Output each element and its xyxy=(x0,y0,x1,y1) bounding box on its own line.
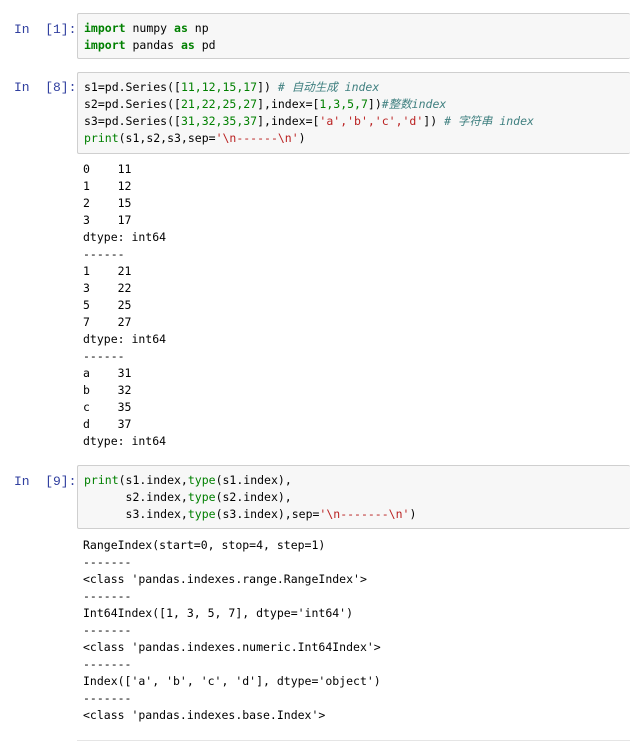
output-line: 5 25 xyxy=(83,298,132,312)
output-line: ------ xyxy=(83,247,125,261)
output-line: RangeIndex(start=0, stop=4, step=1) xyxy=(83,538,326,552)
output-line: ------- xyxy=(83,623,132,637)
output-line: <class 'pandas.indexes.base.Index'> xyxy=(83,708,326,722)
cell-8-prompt: In [8]: xyxy=(14,80,77,95)
output-line: d 37 xyxy=(83,417,132,431)
output-line: Index(['a', 'b', 'c', 'd'], dtype='objec… xyxy=(83,674,381,688)
output-line: <class 'pandas.indexes.numeric.Int64Inde… xyxy=(83,640,381,654)
output-line: 0 11 xyxy=(83,162,132,176)
output-line: 7 27 xyxy=(83,315,132,329)
output-line: ------- xyxy=(83,589,132,603)
cell-divider xyxy=(77,740,630,741)
output-line: 1 21 xyxy=(83,264,132,278)
output-line: Int64Index([1, 3, 5, 7], dtype='int64') xyxy=(83,606,354,620)
output-line: 2 15 xyxy=(83,196,132,210)
output-line: 1 12 xyxy=(83,179,132,193)
output-line: ------- xyxy=(83,691,132,705)
output-line: a 31 xyxy=(83,366,132,380)
cell-9-code: print(s1.index,type(s1.index), s2.index,… xyxy=(84,473,417,521)
cell-1-code: import numpy as np import pandas as pd xyxy=(84,21,216,52)
output-line: dtype: int64 xyxy=(83,434,167,448)
output-line: b 32 xyxy=(83,383,132,397)
output-line: 3 22 xyxy=(83,281,132,295)
cell-8-code: s1=pd.Series([11,12,15,17]) # 自动生成 index… xyxy=(84,80,534,145)
cell-8-output: 0 11 1 12 2 15 3 17 dtype: int64 ------ 1 21 3 … xyxy=(83,161,166,450)
output-line: 3 17 xyxy=(83,213,132,227)
output-line: <class 'pandas.indexes.range.RangeIndex'… xyxy=(83,572,367,586)
cell-9-output: RangeIndex(start=0, stop=4, step=1) -----… xyxy=(83,537,381,724)
output-line: ------- xyxy=(83,555,132,569)
output-line: ------ xyxy=(83,349,125,363)
cell-9-prompt: In [9]: xyxy=(14,474,77,489)
output-line: dtype: int64 xyxy=(83,230,167,244)
cell-1-prompt: In [1]: xyxy=(14,22,77,37)
output-line: ------- xyxy=(83,657,132,671)
output-line: dtype: int64 xyxy=(83,332,167,346)
output-line: c 35 xyxy=(83,400,132,414)
